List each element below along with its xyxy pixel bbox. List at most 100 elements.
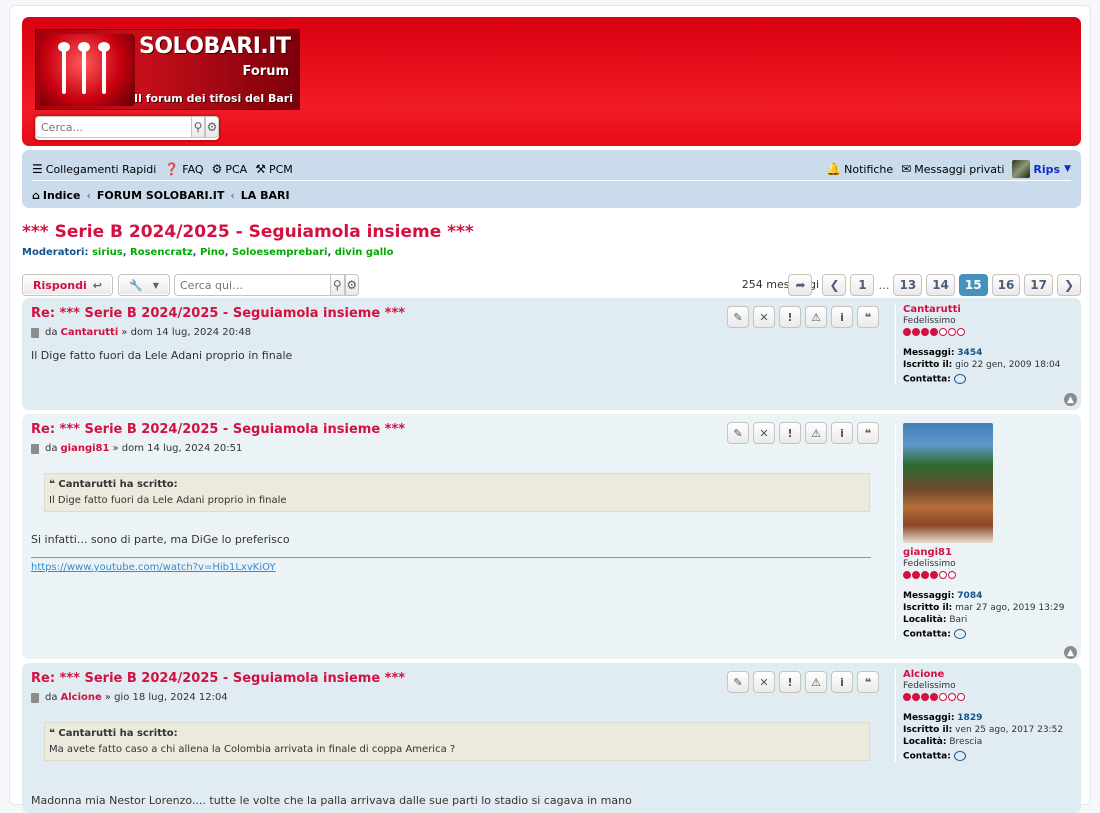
inbox-icon: ✉	[901, 162, 912, 176]
chat-icon[interactable]	[953, 751, 966, 761]
previous-page-button[interactable]: ❮	[822, 274, 847, 296]
gear-icon[interactable]: ⚙	[344, 274, 359, 296]
page-link[interactable]: 17	[1024, 274, 1053, 296]
reply-button[interactable]: Rispondi ↩	[22, 274, 113, 296]
avatar[interactable]	[903, 423, 993, 543]
quick-links-menu[interactable]: ☰ Collegamenti Rapidi	[32, 162, 156, 176]
delete-icon[interactable]: ✕	[753, 671, 775, 693]
profile-username[interactable]: Alcione	[903, 669, 1075, 680]
stat-value: ven 25 ago, 2017 23:52	[955, 725, 1064, 735]
site-logo[interactable]: SOLOBARI.IT Forum Il forum dei tifosi de…	[35, 29, 300, 110]
info-icon[interactable]: i	[831, 422, 853, 444]
report-icon[interactable]: !	[779, 422, 801, 444]
post-author[interactable]: Alcione	[60, 692, 101, 703]
chat-icon[interactable]	[953, 374, 966, 384]
post-icon	[31, 692, 39, 703]
warning-icon[interactable]: ⚠	[805, 671, 827, 693]
post-icon	[31, 443, 39, 454]
breadcrumb-section[interactable]: LA BARI	[241, 189, 290, 202]
page: SOLOBARI.IT Forum Il forum dei tifosi de…	[9, 5, 1091, 813]
edit-icon[interactable]: ✎	[727, 671, 749, 693]
profile-username[interactable]: Cantarutti	[903, 304, 1075, 315]
user-menu[interactable]: Rips ▼	[1012, 160, 1071, 178]
post-author[interactable]: giangi81	[60, 443, 109, 454]
question-icon: ❓	[164, 162, 180, 176]
topic-search: ⚲ ⚙	[174, 274, 359, 296]
stat-value: mar 27 ago, 2019 13:29	[955, 603, 1065, 613]
moderator-link[interactable]: Soloesemprebari	[232, 247, 327, 258]
moderators-list: Moderatori: sirius, Rosencratz, Pino, So…	[22, 247, 394, 258]
stat-label: Messaggi:	[903, 713, 955, 723]
info-icon[interactable]: i	[831, 306, 853, 328]
notifications-link[interactable]: 🔔 Notifiche	[826, 162, 893, 176]
stat-value[interactable]: 3454	[957, 348, 982, 358]
jump-to-page-button[interactable]: ➦	[788, 274, 813, 296]
post-title[interactable]: Re: *** Serie B 2024/2025 - Seguiamola i…	[31, 306, 405, 321]
pagination-ellipsis: …	[878, 278, 890, 292]
quote-icon: ❝	[49, 728, 59, 739]
page-title[interactable]: *** Serie B 2024/2025 - Seguiamola insie…	[22, 222, 474, 242]
profile-username[interactable]: giangi81	[903, 547, 1075, 558]
logo-tagline: Il forum dei tifosi del Bari	[134, 92, 293, 105]
quote-icon[interactable]: ❝	[857, 306, 879, 328]
stat-label: Contatta:	[903, 629, 951, 640]
page-link[interactable]: 13	[893, 274, 923, 296]
faq-link[interactable]: ❓ FAQ	[164, 162, 203, 176]
warning-icon[interactable]: ⚠	[805, 306, 827, 328]
signature-link[interactable]: https://www.youtube.com/watch?v=Hib1LxvK…	[31, 562, 276, 573]
private-messages-link[interactable]: ✉ Messaggi privati	[901, 162, 1004, 176]
quote-icon[interactable]: ❝	[857, 671, 879, 693]
post-title[interactable]: Re: *** Serie B 2024/2025 - Seguiamola i…	[31, 671, 405, 686]
topic-tools-button[interactable]: 🔧 ▼	[118, 274, 170, 296]
post-date: » gio 18 lug, 2024 12:04	[104, 692, 228, 703]
post-by-label: da	[45, 692, 58, 703]
page-link[interactable]: 14	[926, 274, 955, 296]
crest-icon	[40, 34, 135, 106]
next-page-button[interactable]: ❯	[1057, 274, 1081, 296]
stat-value[interactable]: 1829	[957, 713, 982, 723]
quote-author: Cantarutti ha scritto:	[58, 479, 178, 490]
moderator-link[interactable]: Pino	[200, 247, 225, 258]
topic-search-input[interactable]	[174, 274, 330, 296]
profile-joined: Iscritto il: ven 25 ago, 2017 23:52	[903, 725, 1075, 735]
report-icon[interactable]: !	[779, 306, 801, 328]
post-profile: Alcione Fedelissimo Messaggi: 1829 Iscri…	[895, 669, 1075, 762]
post-title[interactable]: Re: *** Serie B 2024/2025 - Seguiamola i…	[31, 422, 405, 437]
report-icon[interactable]: !	[779, 671, 801, 693]
page-link[interactable]: 16	[991, 274, 1021, 296]
breadcrumb-forum[interactable]: FORUM SOLOBARI.IT	[97, 189, 225, 202]
chat-icon[interactable]	[953, 629, 966, 639]
pca-link[interactable]: ⚙ PCA	[212, 162, 248, 176]
pca-label: PCA	[225, 162, 248, 176]
gear-icon[interactable]: ⚙	[205, 116, 219, 138]
caret-down-icon: ▼	[152, 280, 159, 290]
header-search-input[interactable]	[35, 116, 191, 138]
breadcrumb-home[interactable]: ⌂ Indice	[32, 189, 80, 202]
warning-icon[interactable]: ⚠	[805, 422, 827, 444]
stat-label: Iscritto il:	[903, 603, 953, 613]
stat-value[interactable]: 7084	[957, 591, 982, 601]
header-search: ⚲ ⚙	[35, 116, 219, 140]
moderator-link[interactable]: divin gallo	[335, 247, 394, 258]
pcm-link[interactable]: ⚒ PCM	[255, 162, 293, 176]
profile-rank: Fedelissimo	[903, 316, 956, 326]
search-icon[interactable]: ⚲	[191, 116, 205, 138]
post-author[interactable]: Cantarutti	[60, 327, 118, 338]
current-page: 15	[958, 274, 988, 296]
edit-icon[interactable]: ✎	[727, 306, 749, 328]
cogs-icon: ⚙	[211, 162, 223, 176]
stat-label: Località:	[903, 737, 947, 747]
page-link[interactable]: 1	[850, 274, 875, 296]
edit-icon[interactable]: ✎	[727, 422, 749, 444]
profile-contact: Contatta:	[903, 629, 1075, 640]
quote-icon[interactable]: ❝	[857, 422, 879, 444]
moderator-link[interactable]: sirius	[92, 247, 123, 258]
delete-icon[interactable]: ✕	[753, 306, 775, 328]
moderator-link[interactable]: Rosencratz	[130, 247, 193, 258]
profile-messages: Messaggi: 7084	[903, 591, 1075, 601]
back-to-top-icon[interactable]: ▲	[1064, 646, 1077, 659]
info-icon[interactable]: i	[831, 671, 853, 693]
back-to-top-icon[interactable]: ▲	[1064, 393, 1077, 406]
delete-icon[interactable]: ✕	[753, 422, 775, 444]
search-icon[interactable]: ⚲	[330, 274, 345, 296]
